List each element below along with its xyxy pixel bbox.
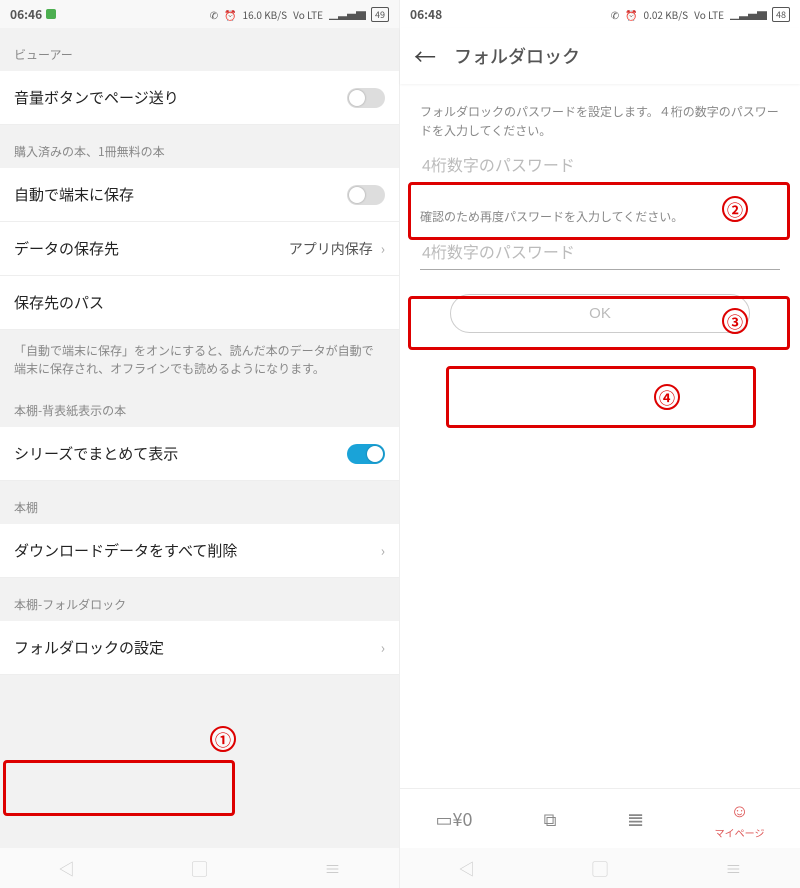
chevron-right-icon: › — [381, 638, 385, 658]
status-bar-left: 06:46 ✆ ⏰ 16.0 KB/S Vo LTE ▁▃▅▇ 49 — [0, 0, 399, 28]
row-value: アプリ内保存 — [289, 239, 373, 259]
status-time: 06:46 — [10, 6, 42, 23]
signal-icon: ▁▃▅▇ — [329, 7, 365, 22]
section-folder-lock: 本棚-フォルダロック — [0, 578, 399, 621]
line-app-icon — [46, 9, 56, 19]
nav-home-icon[interactable]: ▢ — [191, 856, 207, 880]
nav-store[interactable]: ⧉ — [544, 806, 557, 832]
toggle-series-group[interactable] — [347, 444, 385, 464]
section-shelf: 本棚 — [0, 481, 399, 524]
status-bar-right: 06:48 ✆ ⏰ 0.02 KB/S Vo LTE ▁▃▅▇ 48 — [400, 0, 800, 28]
row-label: 自動で端末に保存 — [14, 184, 134, 205]
row-label: データの保存先 — [14, 238, 119, 259]
chevron-right-icon: › — [381, 239, 385, 259]
volte-icon: Vo LTE — [293, 7, 323, 22]
nav-recent-icon[interactable]: ≡ — [324, 856, 340, 880]
dnd-icon: ✆ — [210, 7, 218, 22]
app-bar: ← フォルダロック — [400, 28, 800, 84]
battery-indicator: 48 — [772, 7, 790, 22]
row-label: ダウンロードデータをすべて削除 — [14, 540, 237, 561]
volte-icon: Vo LTE — [694, 7, 724, 22]
row-folder-lock-setting[interactable]: フォルダロックの設定 › — [0, 621, 399, 675]
free-book-icon: ▭¥0 — [436, 806, 473, 832]
row-save-path[interactable]: 保存先のパス — [0, 276, 399, 330]
toggle-auto-save[interactable] — [347, 185, 385, 205]
helper-text-1: フォルダロックのパスワードを設定します。４桁の数字のパスワードを入力してください… — [404, 102, 796, 146]
row-series-group[interactable]: シリーズでまとめて表示 — [0, 427, 399, 481]
settings-list: ビューアー 音量ボタンでページ送り 購入済みの本、1冊無料の本 自動で端末に保存… — [0, 28, 399, 848]
nav-back-icon[interactable]: ◁ — [58, 856, 74, 880]
auto-save-description: 「自動で端末に保存」をオンにすると、読んだ本のデータが自動で端末に保存され、オフ… — [0, 330, 399, 384]
section-spine: 本棚-背表紙表示の本 — [0, 384, 399, 427]
row-label: フォルダロックの設定 — [14, 637, 164, 658]
row-label: 保存先のパス — [14, 292, 104, 313]
password-input[interactable] — [420, 152, 780, 183]
row-delete-all[interactable]: ダウンロードデータをすべて削除 › — [0, 524, 399, 578]
nav-home-icon[interactable]: ▢ — [592, 856, 608, 880]
mypage-icon: ☺ — [730, 797, 748, 823]
alarm-icon: ⏰ — [224, 7, 236, 22]
row-auto-save[interactable]: 自動で端末に保存 — [0, 168, 399, 222]
status-time: 06:48 — [410, 6, 442, 23]
toggle-volume-paging[interactable] — [347, 88, 385, 108]
dnd-icon: ✆ — [611, 7, 619, 22]
folder-lock-screen: 06:48 ✆ ⏰ 0.02 KB/S Vo LTE ▁▃▅▇ 48 ← フォル… — [400, 0, 800, 888]
store-icon: ⧉ — [544, 806, 557, 832]
row-save-dest[interactable]: データの保存先 アプリ内保存 › — [0, 222, 399, 276]
row-volume-paging[interactable]: 音量ボタンでページ送り — [0, 71, 399, 125]
nav-back-icon[interactable]: ◁ — [459, 856, 475, 880]
nav-mypage[interactable]: ☺ マイページ — [715, 797, 765, 840]
helper-text-2: 確認のため再度パスワードを入力してください。 — [404, 193, 796, 232]
net-speed: 0.02 KB/S — [644, 7, 689, 22]
ok-button[interactable]: OK — [450, 294, 750, 333]
password-confirm-input[interactable] — [420, 239, 780, 270]
nav-shelf[interactable]: 𝌆 — [627, 806, 643, 832]
android-nav-bar: ◁ ▢ ≡ — [400, 848, 800, 888]
nav-free[interactable]: ▭¥0 — [436, 806, 473, 832]
section-purchased: 購入済みの本、1冊無料の本 — [0, 125, 399, 168]
battery-indicator: 49 — [371, 7, 389, 22]
row-label: シリーズでまとめて表示 — [14, 443, 178, 464]
page-title: フォルダロック — [454, 43, 580, 69]
bottom-nav: ▭¥0 ⧉ 𝌆 ☺ マイページ — [400, 788, 800, 848]
nav-recent-icon[interactable]: ≡ — [725, 856, 741, 880]
android-nav-bar: ◁ ▢ ≡ — [0, 848, 399, 888]
signal-icon: ▁▃▅▇ — [730, 7, 766, 22]
section-viewer: ビューアー — [0, 28, 399, 71]
back-button[interactable]: ← — [414, 40, 436, 72]
bookshelf-icon: 𝌆 — [627, 806, 643, 832]
net-speed: 16.0 KB/S — [243, 7, 288, 22]
row-label: 音量ボタンでページ送り — [14, 87, 179, 108]
settings-screen: 06:46 ✆ ⏰ 16.0 KB/S Vo LTE ▁▃▅▇ 49 ビューアー… — [0, 0, 400, 888]
chevron-right-icon: › — [381, 541, 385, 561]
nav-label: マイページ — [715, 825, 765, 840]
folder-lock-form: フォルダロックのパスワードを設定します。４桁の数字のパスワードを入力してください… — [400, 84, 800, 788]
alarm-icon: ⏰ — [625, 7, 637, 22]
